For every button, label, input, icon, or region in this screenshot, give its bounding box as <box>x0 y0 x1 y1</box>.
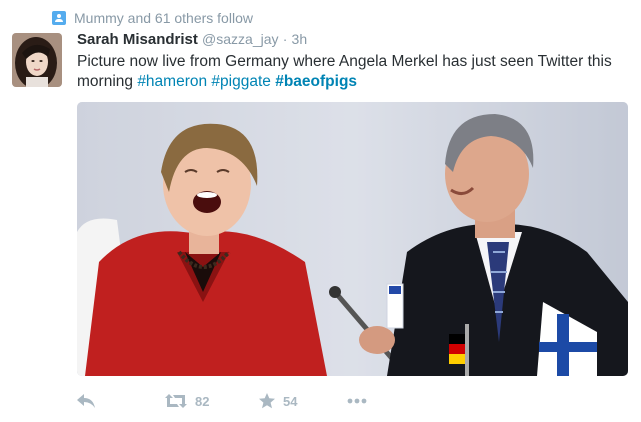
timestamp[interactable]: 3h <box>292 31 308 47</box>
hashtag-baeofpigs[interactable]: #baeofpigs <box>275 73 357 90</box>
author-name[interactable]: Sarah Misandrist <box>77 31 198 48</box>
reply-icon <box>77 394 95 408</box>
hashtag-hameron[interactable]: #hameron <box>137 73 207 90</box>
social-context: Mummy and 61 others follow <box>52 9 253 27</box>
retweet-button[interactable]: 82 <box>165 394 259 409</box>
retweet-count: 82 <box>195 393 210 409</box>
favorite-button[interactable]: 54 <box>259 393 347 409</box>
favorite-count: 54 <box>283 393 298 409</box>
favorite-star-icon <box>259 393 275 409</box>
more-button[interactable] <box>347 398 367 404</box>
retweet-icon <box>165 394 187 408</box>
more-icon <box>347 398 367 404</box>
author-handle[interactable]: @sazza_jay <box>202 31 278 47</box>
tweet-text: Picture now live from Germany where Ange… <box>77 52 627 92</box>
avatar[interactable] <box>12 33 62 87</box>
social-context-text[interactable]: Mummy and 61 others follow <box>74 10 253 26</box>
reply-button[interactable] <box>77 394 165 408</box>
separator: · <box>282 31 288 47</box>
follow-user-icon <box>52 11 66 25</box>
tweet-header: Sarah Misandrist @sazza_jay · 3h <box>77 31 307 48</box>
hashtag-piggate[interactable]: #piggate <box>211 73 270 90</box>
tweet-photo[interactable] <box>77 102 628 376</box>
tweet-actions: 82 54 <box>77 390 367 412</box>
